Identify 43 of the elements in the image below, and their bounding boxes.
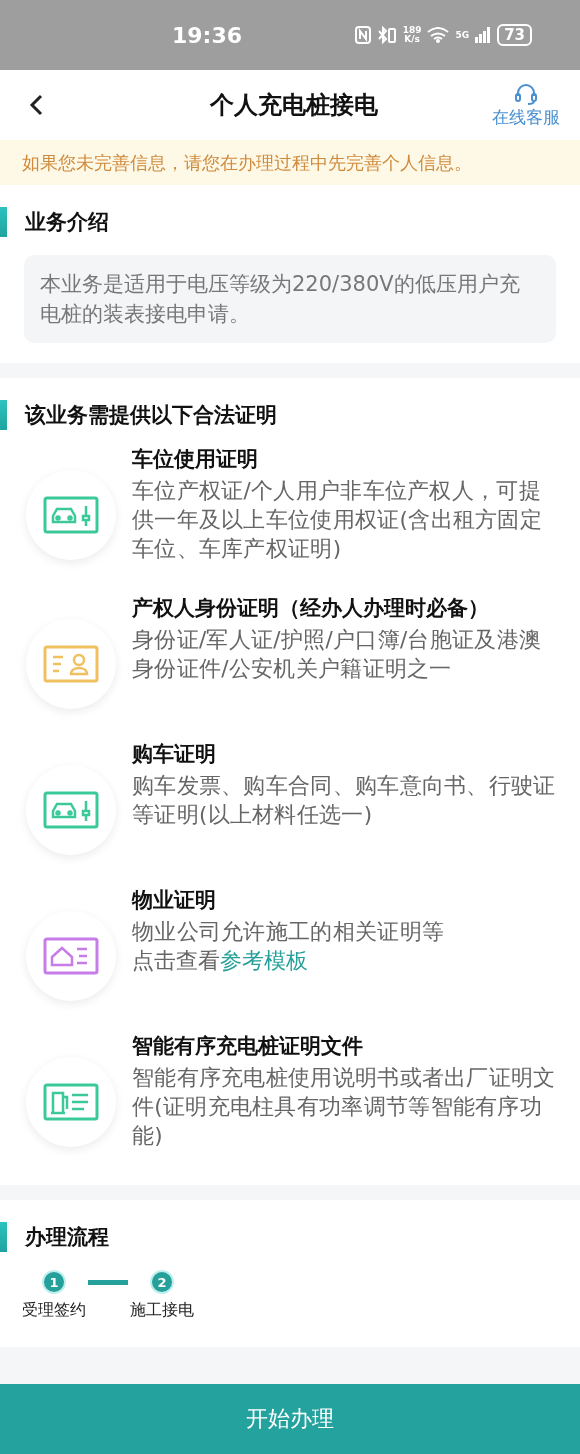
start-button[interactable]: 开始办理 [0, 1384, 580, 1454]
intro-text: 本业务是适用于电压等级为220/380V的低压用户充电桩的装表接电申请。 [24, 255, 556, 343]
document-description: 物业公司允许施工的相关证明等 [132, 918, 446, 946]
document-description: 购车发票、购车合同、购车意向书、行驶证等证明(以上材料任选一) [132, 772, 557, 829]
notice-banner: 如果您未完善信息，请您在办理过程中先完善个人信息。 [0, 140, 580, 185]
document-description: 智能有序充电桩使用说明书或者出厂证明文件(证明充电柱具有功率调节等智能有序功能) [132, 1064, 557, 1150]
headset-icon [514, 81, 538, 106]
document-title: 产权人身份证明（经办人办理时必备） [132, 595, 490, 622]
step-number: 1 [42, 1270, 66, 1294]
id-card-icon [43, 645, 99, 683]
document-description: 身份证/军人证/护照/户口簿/台胞证及港澳身份证件/公安机关户籍证明之一 [132, 626, 543, 683]
template-hint: 点击查看参考模板 [132, 947, 309, 975]
section-accent-bar [0, 400, 7, 430]
section-title: 该业务需提供以下合法证明 [25, 402, 277, 429]
house-card-icon [43, 937, 99, 975]
step-connector [88, 1280, 128, 1285]
step-label: 受理签约 [22, 1300, 86, 1321]
charger-card-icon [43, 1083, 99, 1121]
signal-icon [475, 27, 492, 43]
document-title: 车位使用证明 [132, 446, 259, 473]
battery-level: 73 [497, 24, 532, 46]
template-link[interactable]: 参考模板 [220, 948, 308, 973]
wifi-icon [427, 27, 450, 43]
step-number: 2 [150, 1270, 174, 1294]
document-title: 物业证明 [132, 887, 217, 914]
car-icon [43, 791, 99, 829]
network-type: 5G [455, 30, 470, 40]
network-speed: 189 K/s [402, 26, 422, 44]
back-button[interactable] [28, 93, 44, 117]
status-time: 19:36 [172, 22, 243, 48]
car-icon [43, 496, 99, 534]
document-title: 购车证明 [132, 741, 217, 768]
nfc-icon [354, 26, 371, 44]
page-title: 个人充电桩接电 [210, 90, 378, 121]
document-description: 车位产权证/个人用户非车位产权人，可提供一年及以上车位使用权证(含出租方固定车位、车库产权证明) [132, 477, 544, 563]
document-title: 智能有序充电桩证明文件 [132, 1033, 364, 1060]
section-title: 业务介绍 [25, 209, 109, 236]
bluetooth-icon [376, 26, 397, 44]
section-accent-bar [0, 207, 7, 237]
section-accent-bar [0, 1222, 7, 1252]
section-title: 办理流程 [25, 1224, 109, 1251]
step-label: 施工接电 [130, 1300, 194, 1321]
online-service-button[interactable]: 在线客服 [492, 81, 560, 129]
